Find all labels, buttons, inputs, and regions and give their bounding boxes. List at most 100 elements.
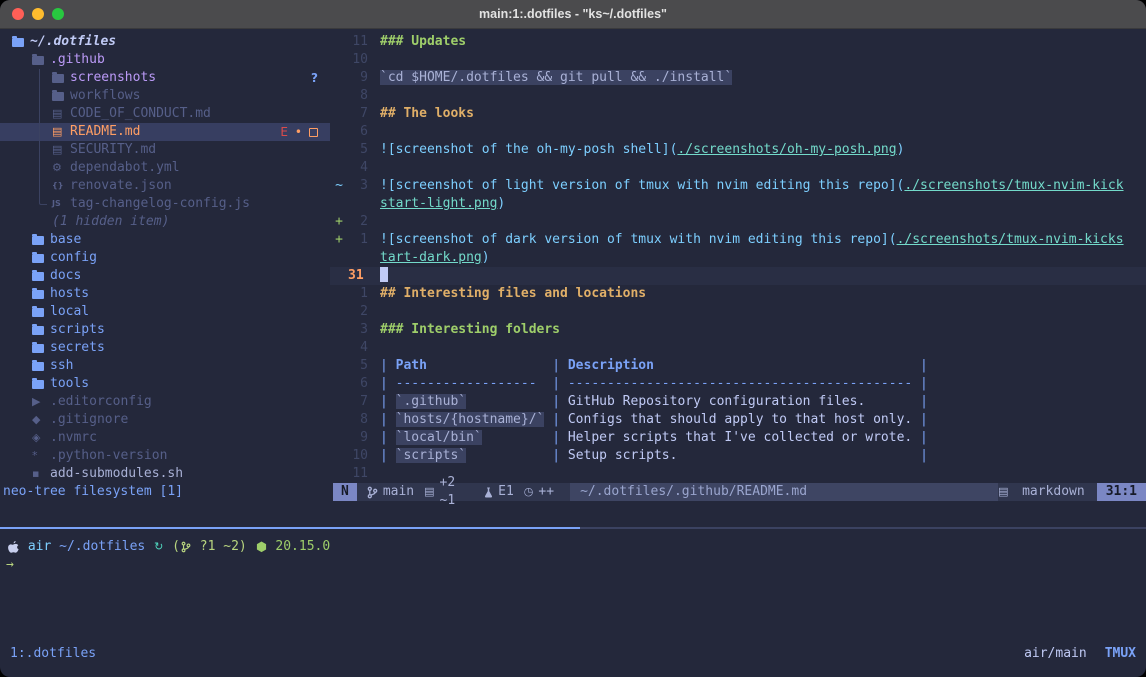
editor-line[interactable]: 10 bbox=[330, 51, 1146, 69]
tree-item-renovate-json[interactable]: {}renovate.json bbox=[0, 177, 330, 195]
editor-line[interactable]: 6| ------------------ | ----------------… bbox=[330, 375, 1146, 393]
traffic-lights bbox=[12, 8, 64, 20]
hex-icon: ◈ bbox=[32, 429, 50, 447]
shell-prompt[interactable]: air ~/.dotfiles ↻ ( ?1 ~2) 20.15.0 bbox=[6, 538, 330, 556]
tree-item-scripts[interactable]: scripts bbox=[0, 321, 330, 339]
tree-item-dependabot-yml[interactable]: ⚙dependabot.yml bbox=[0, 159, 330, 177]
segment: ./screenshots/tmux-nvim-kicks bbox=[897, 232, 1124, 247]
editor-line[interactable]: 9| `local/bin` | Helper scripts that I'v… bbox=[330, 429, 1146, 447]
tree-item-hosts[interactable]: hosts bbox=[0, 285, 330, 303]
tree-item-label: base bbox=[50, 231, 81, 249]
tree-item-label: dependabot.yml bbox=[70, 159, 180, 177]
line-number: 3 bbox=[344, 321, 368, 339]
line-text: start-light.png) bbox=[380, 195, 505, 213]
line-number: 31 bbox=[344, 267, 368, 285]
tree-item-dotfiles[interactable]: ~/.dotfiles bbox=[0, 33, 330, 51]
status-badges: E• bbox=[280, 123, 318, 141]
segment: `local/bin` bbox=[396, 430, 482, 445]
folder-open-icon bbox=[32, 55, 50, 65]
tree-item-github[interactable]: .github bbox=[0, 51, 330, 69]
line-number: 5 bbox=[344, 357, 368, 375]
editor-line[interactable]: 6 bbox=[330, 123, 1146, 141]
tree-item-editorconfig[interactable]: ▶.editorconfig bbox=[0, 393, 330, 411]
asterisk-icon: * bbox=[32, 447, 50, 465]
editor-line[interactable]: 8| `hosts/{hostname}/` | Configs that sh… bbox=[330, 411, 1146, 429]
line-text: | `local/bin` | Helper scripts that I've… bbox=[380, 429, 928, 447]
editor-line[interactable]: 4 bbox=[330, 339, 1146, 357]
tmux-statusbar: 1:.dotfiles air/main TMUX bbox=[0, 645, 1146, 663]
editor-line[interactable]: 4 bbox=[330, 159, 1146, 177]
tree-item-readme-md[interactable]: ▤README.mdE• bbox=[0, 123, 330, 141]
tree-item-local[interactable]: local bbox=[0, 303, 330, 321]
filetype-indicator: ▤ markdown bbox=[998, 483, 1085, 501]
editor-line[interactable]: 5![screenshot of the oh-my-posh shell](.… bbox=[330, 141, 1146, 159]
gear-icon: ⚙ bbox=[52, 159, 70, 177]
segment: | bbox=[912, 376, 928, 391]
tree-item-ssh[interactable]: ssh bbox=[0, 357, 330, 375]
tree-item-base[interactable]: base bbox=[0, 231, 330, 249]
editor-line[interactable]: 9`cd $HOME/.dotfiles && git pull && ./in… bbox=[330, 69, 1146, 87]
fullscreen-button[interactable] bbox=[52, 8, 64, 20]
tree-item-code-of-conduct-md[interactable]: ▤CODE_OF_CONDUCT.md bbox=[0, 105, 330, 123]
tree-item-python-version[interactable]: *.python-version bbox=[0, 447, 330, 465]
tmux-client: ~/.dotfiles.githubscreenshots?workflows▤… bbox=[0, 28, 1146, 677]
md-file-icon: ▤ bbox=[52, 141, 70, 159]
line-number: 11 bbox=[344, 465, 368, 483]
diamond-icon: ◆ bbox=[32, 411, 50, 429]
segment: tart-dark.png bbox=[380, 250, 482, 265]
tree-item-add-submodules-sh[interactable]: ▪add-submodules.sh bbox=[0, 465, 330, 483]
gitsign bbox=[334, 51, 344, 69]
tree-item-docs[interactable]: docs bbox=[0, 267, 330, 285]
close-button[interactable] bbox=[12, 8, 24, 20]
editor-line[interactable]: 10| `scripts` | Setup scripts. | bbox=[330, 447, 1146, 465]
segment: ## The looks bbox=[380, 106, 474, 121]
gitsign bbox=[334, 69, 344, 87]
tree-item-secrets[interactable]: secrets bbox=[0, 339, 330, 357]
tree-item-config[interactable]: config bbox=[0, 249, 330, 267]
editor-line[interactable]: 31 bbox=[330, 267, 1146, 285]
minimize-button[interactable] bbox=[32, 8, 44, 20]
editor-line[interactable]: 1## Interesting files and locations bbox=[330, 285, 1146, 303]
tree-item-tag-changelog-config-js[interactable]: JStag-changelog-config.js bbox=[0, 195, 330, 213]
line-number: 2 bbox=[344, 303, 368, 321]
gitsign bbox=[334, 321, 344, 339]
tree-item-gitignore[interactable]: ◆.gitignore bbox=[0, 411, 330, 429]
editor-line[interactable]: 7| `.github` | GitHub Repository configu… bbox=[330, 393, 1146, 411]
diagnostics: E1 bbox=[484, 483, 514, 501]
editor-line[interactable]: tart-dark.png) bbox=[330, 249, 1146, 267]
tree-item-security-md[interactable]: ▤SECURITY.md bbox=[0, 141, 330, 159]
editor-line[interactable]: +1![screenshot of dark version of tmux w… bbox=[330, 231, 1146, 249]
tree-item-label: renovate.json bbox=[70, 177, 172, 195]
editor-line[interactable]: 3### Interesting folders bbox=[330, 321, 1146, 339]
indent-guide bbox=[39, 123, 40, 141]
folder-icon bbox=[32, 235, 50, 245]
tmux-pane-divider[interactable] bbox=[0, 527, 1146, 529]
tree-item-nvmrc[interactable]: ◈.nvmrc bbox=[0, 429, 330, 447]
statusline: N main ▤ +2 ~1 E1 ◷ ++ ~/.dotfiles/.gi bbox=[333, 483, 1146, 501]
segment: Helper scripts that I've collected or wr… bbox=[568, 430, 912, 445]
tree-item-1-hidden-item[interactable]: (1 hidden item) bbox=[0, 213, 330, 231]
prompt-segment: 20.15.0 bbox=[268, 538, 331, 556]
editor-line[interactable]: 8 bbox=[330, 87, 1146, 105]
gitsign bbox=[334, 429, 344, 447]
branch-name: main bbox=[383, 483, 414, 501]
segment: start-light.png bbox=[380, 196, 497, 211]
prompt-segment bbox=[247, 538, 255, 556]
segment: Path bbox=[396, 358, 427, 373]
line-number: 11 bbox=[344, 33, 368, 51]
editor-line[interactable]: 5| Path | Description | bbox=[330, 357, 1146, 375]
editor-line[interactable]: 7## The looks bbox=[330, 105, 1146, 123]
editor-line[interactable]: 11### Updates bbox=[330, 33, 1146, 51]
segment: | bbox=[544, 448, 567, 463]
tmux-label: TMUX bbox=[1105, 645, 1136, 663]
editor-line[interactable]: ~3![screenshot of light version of tmux … bbox=[330, 177, 1146, 195]
tmux-window-name[interactable]: 1:.dotfiles bbox=[10, 645, 96, 663]
editor-line[interactable]: 2 bbox=[330, 303, 1146, 321]
tree-item-screenshots[interactable]: screenshots? bbox=[0, 69, 330, 87]
tree-item-workflows[interactable]: workflows bbox=[0, 87, 330, 105]
prompt-segment: air bbox=[20, 538, 51, 556]
editor-line[interactable]: +2 bbox=[330, 213, 1146, 231]
tree-item-tools[interactable]: tools bbox=[0, 375, 330, 393]
indent-guide bbox=[39, 141, 40, 159]
editor-line[interactable]: start-light.png) bbox=[330, 195, 1146, 213]
